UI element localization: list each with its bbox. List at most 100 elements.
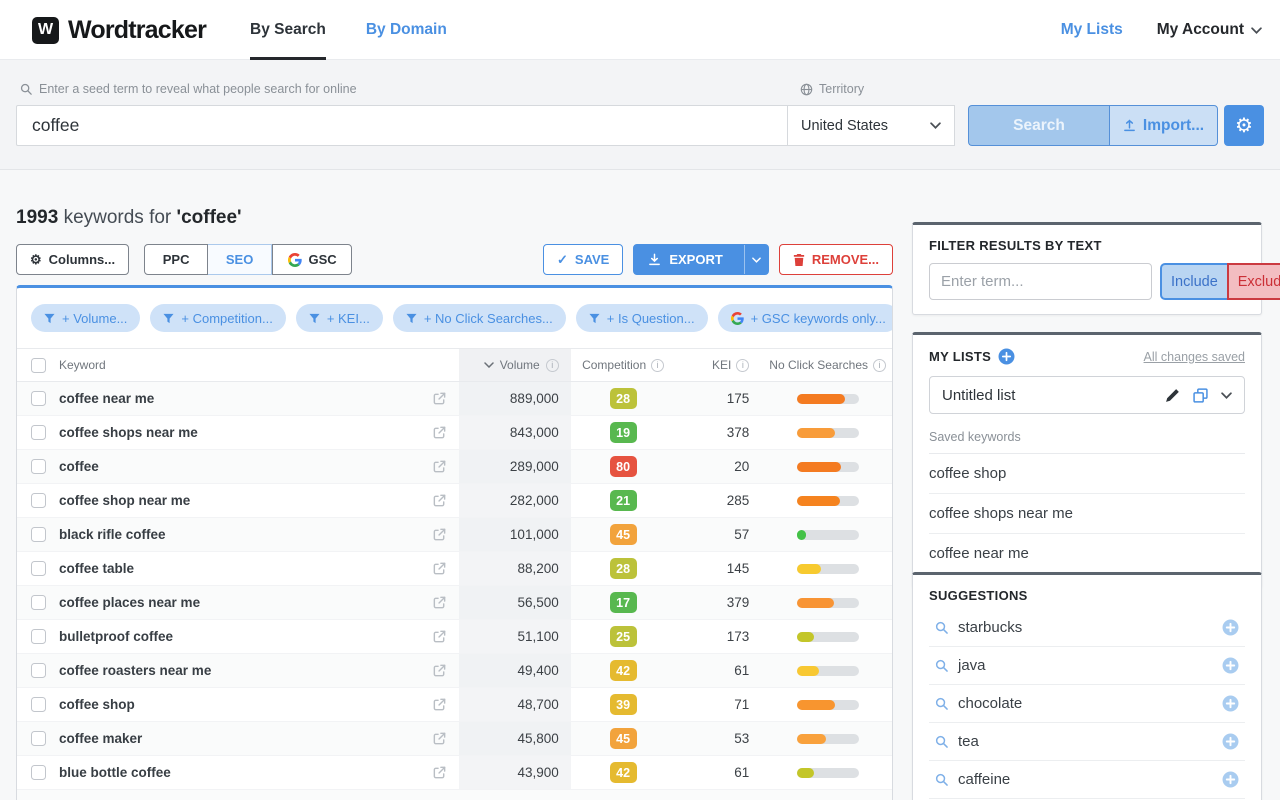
no-click-bar-fill <box>796 427 836 438</box>
external-link-icon[interactable] <box>432 731 447 746</box>
no-click-info-icon[interactable]: i <box>873 358 886 372</box>
external-link-icon[interactable] <box>432 527 447 542</box>
external-link-icon[interactable] <box>432 697 447 712</box>
brand-logo[interactable]: W Wordtracker <box>32 0 207 60</box>
filter-term-input[interactable] <box>929 263 1152 300</box>
import-button[interactable]: Import... <box>1109 105 1218 146</box>
suggestion-item[interactable]: chocolate <box>929 685 1245 723</box>
seed-term-input[interactable] <box>16 105 788 146</box>
columns-button[interactable]: ⚙ Columns... <box>16 244 130 275</box>
header-volume[interactable]: Volume <box>500 358 540 372</box>
filter-chip[interactable]: + Is Question... <box>575 304 708 332</box>
row-checkbox[interactable] <box>31 731 46 746</box>
tab-by-search[interactable]: By Search <box>250 0 326 60</box>
territory-select[interactable]: United States <box>787 105 955 146</box>
no-click-bar-fill <box>796 563 822 574</box>
suggestion-text: starbucks <box>958 619 1023 636</box>
plus-circle-icon <box>1222 733 1239 750</box>
suggestion-item[interactable]: java <box>929 647 1245 685</box>
suggestion-item[interactable]: caffeine <box>929 761 1245 799</box>
row-checkbox[interactable] <box>31 697 46 712</box>
chevron-down-icon <box>751 256 761 263</box>
header-keyword[interactable]: Keyword <box>59 358 106 372</box>
save-button[interactable]: ✓ SAVE <box>543 244 624 275</box>
kei-value: 285 <box>726 493 750 508</box>
competition-badge: 21 <box>609 490 637 511</box>
row-checkbox[interactable] <box>31 459 46 474</box>
header-competition[interactable]: Competition <box>582 358 646 372</box>
my-lists-link[interactable]: My Lists <box>1061 21 1123 39</box>
export-button[interactable]: EXPORT <box>633 244 769 275</box>
row-checkbox[interactable] <box>31 765 46 780</box>
external-link-icon[interactable] <box>432 493 447 508</box>
external-link-icon[interactable] <box>432 561 447 576</box>
external-link-icon[interactable] <box>432 595 447 610</box>
add-list-button[interactable] <box>998 348 1015 365</box>
copy-icon[interactable] <box>1193 387 1208 403</box>
external-link-icon[interactable] <box>432 459 447 474</box>
suggestion-item[interactable]: starbucks <box>929 609 1245 647</box>
territory-label-text: Territory <box>819 82 865 96</box>
funnel-icon <box>44 313 55 323</box>
external-link-icon[interactable] <box>432 391 447 406</box>
row-checkbox[interactable] <box>31 391 46 406</box>
volume-value: 843,000 <box>509 425 559 440</box>
competition-badge: 28 <box>609 388 637 409</box>
filter-panel-title: FILTER RESULTS BY TEXT <box>929 238 1102 253</box>
search-icon <box>935 773 948 786</box>
include-toggle[interactable]: Include <box>1160 263 1227 300</box>
my-account-menu[interactable]: My Account <box>1157 21 1262 39</box>
external-link-icon[interactable] <box>432 663 447 678</box>
competition-info-icon[interactable]: i <box>651 358 665 372</box>
pencil-icon[interactable] <box>1165 388 1180 403</box>
header-kei[interactable]: KEI <box>712 358 731 372</box>
row-checkbox[interactable] <box>31 493 46 508</box>
filter-chip[interactable]: + GSC keywords only... <box>717 304 892 332</box>
remove-button[interactable]: REMOVE... <box>778 244 893 275</box>
gear-icon: ⚙ <box>1235 115 1253 137</box>
row-checkbox[interactable] <box>31 595 46 610</box>
competition-badge: 80 <box>609 456 637 477</box>
add-suggestion-button[interactable] <box>1222 695 1239 712</box>
seo-tab[interactable]: SEO <box>208 244 273 275</box>
add-suggestion-button[interactable] <box>1222 733 1239 750</box>
funnel-icon <box>163 313 174 323</box>
row-checkbox[interactable] <box>31 629 46 644</box>
external-link-icon[interactable] <box>432 629 447 644</box>
add-suggestion-button[interactable] <box>1222 657 1239 674</box>
export-dropdown-toggle[interactable] <box>743 245 768 274</box>
row-checkbox[interactable] <box>31 527 46 542</box>
row-checkbox[interactable] <box>31 663 46 678</box>
ppc-tab[interactable]: PPC <box>144 244 209 275</box>
tab-by-domain[interactable]: By Domain <box>366 0 447 60</box>
top-nav: W Wordtracker By Search By Domain My Lis… <box>0 0 1280 60</box>
trash-icon <box>793 253 804 266</box>
kei-info-icon[interactable]: i <box>736 358 750 372</box>
exclude-toggle[interactable]: Exclude <box>1226 263 1280 300</box>
row-checkbox[interactable] <box>31 425 46 440</box>
add-suggestion-button[interactable] <box>1222 771 1239 788</box>
chip-label: + KEI... <box>326 310 370 326</box>
volume-info-icon[interactable]: i <box>545 358 559 372</box>
search-button[interactable]: Search <box>968 105 1109 146</box>
filter-chip[interactable]: + No Click Searches... <box>392 304 566 332</box>
kei-value: 61 <box>734 663 750 678</box>
plus-circle-icon <box>1222 771 1239 788</box>
add-suggestion-button[interactable] <box>1222 619 1239 636</box>
competition-badge: 28 <box>609 558 637 579</box>
select-all-checkbox[interactable] <box>31 357 46 373</box>
filter-chip[interactable]: + Volume... <box>31 304 141 332</box>
gsc-tab[interactable]: GSC <box>272 244 353 275</box>
filter-chip[interactable]: + Competition... <box>150 304 286 332</box>
list-selector[interactable]: Untitled list <box>929 376 1245 414</box>
row-checkbox[interactable] <box>31 561 46 576</box>
external-link-icon[interactable] <box>432 765 447 780</box>
google-g-icon <box>730 311 744 325</box>
suggestion-item[interactable]: tea <box>929 723 1245 761</box>
header-no-click-searches[interactable]: No Click Searches <box>769 358 868 372</box>
chevron-down-icon[interactable] <box>1221 391 1232 399</box>
filter-chip[interactable]: + KEI... <box>295 304 383 332</box>
search-settings-button[interactable]: ⚙ <box>1224 105 1264 146</box>
external-link-icon[interactable] <box>432 425 447 440</box>
kei-value: 53 <box>734 731 750 746</box>
